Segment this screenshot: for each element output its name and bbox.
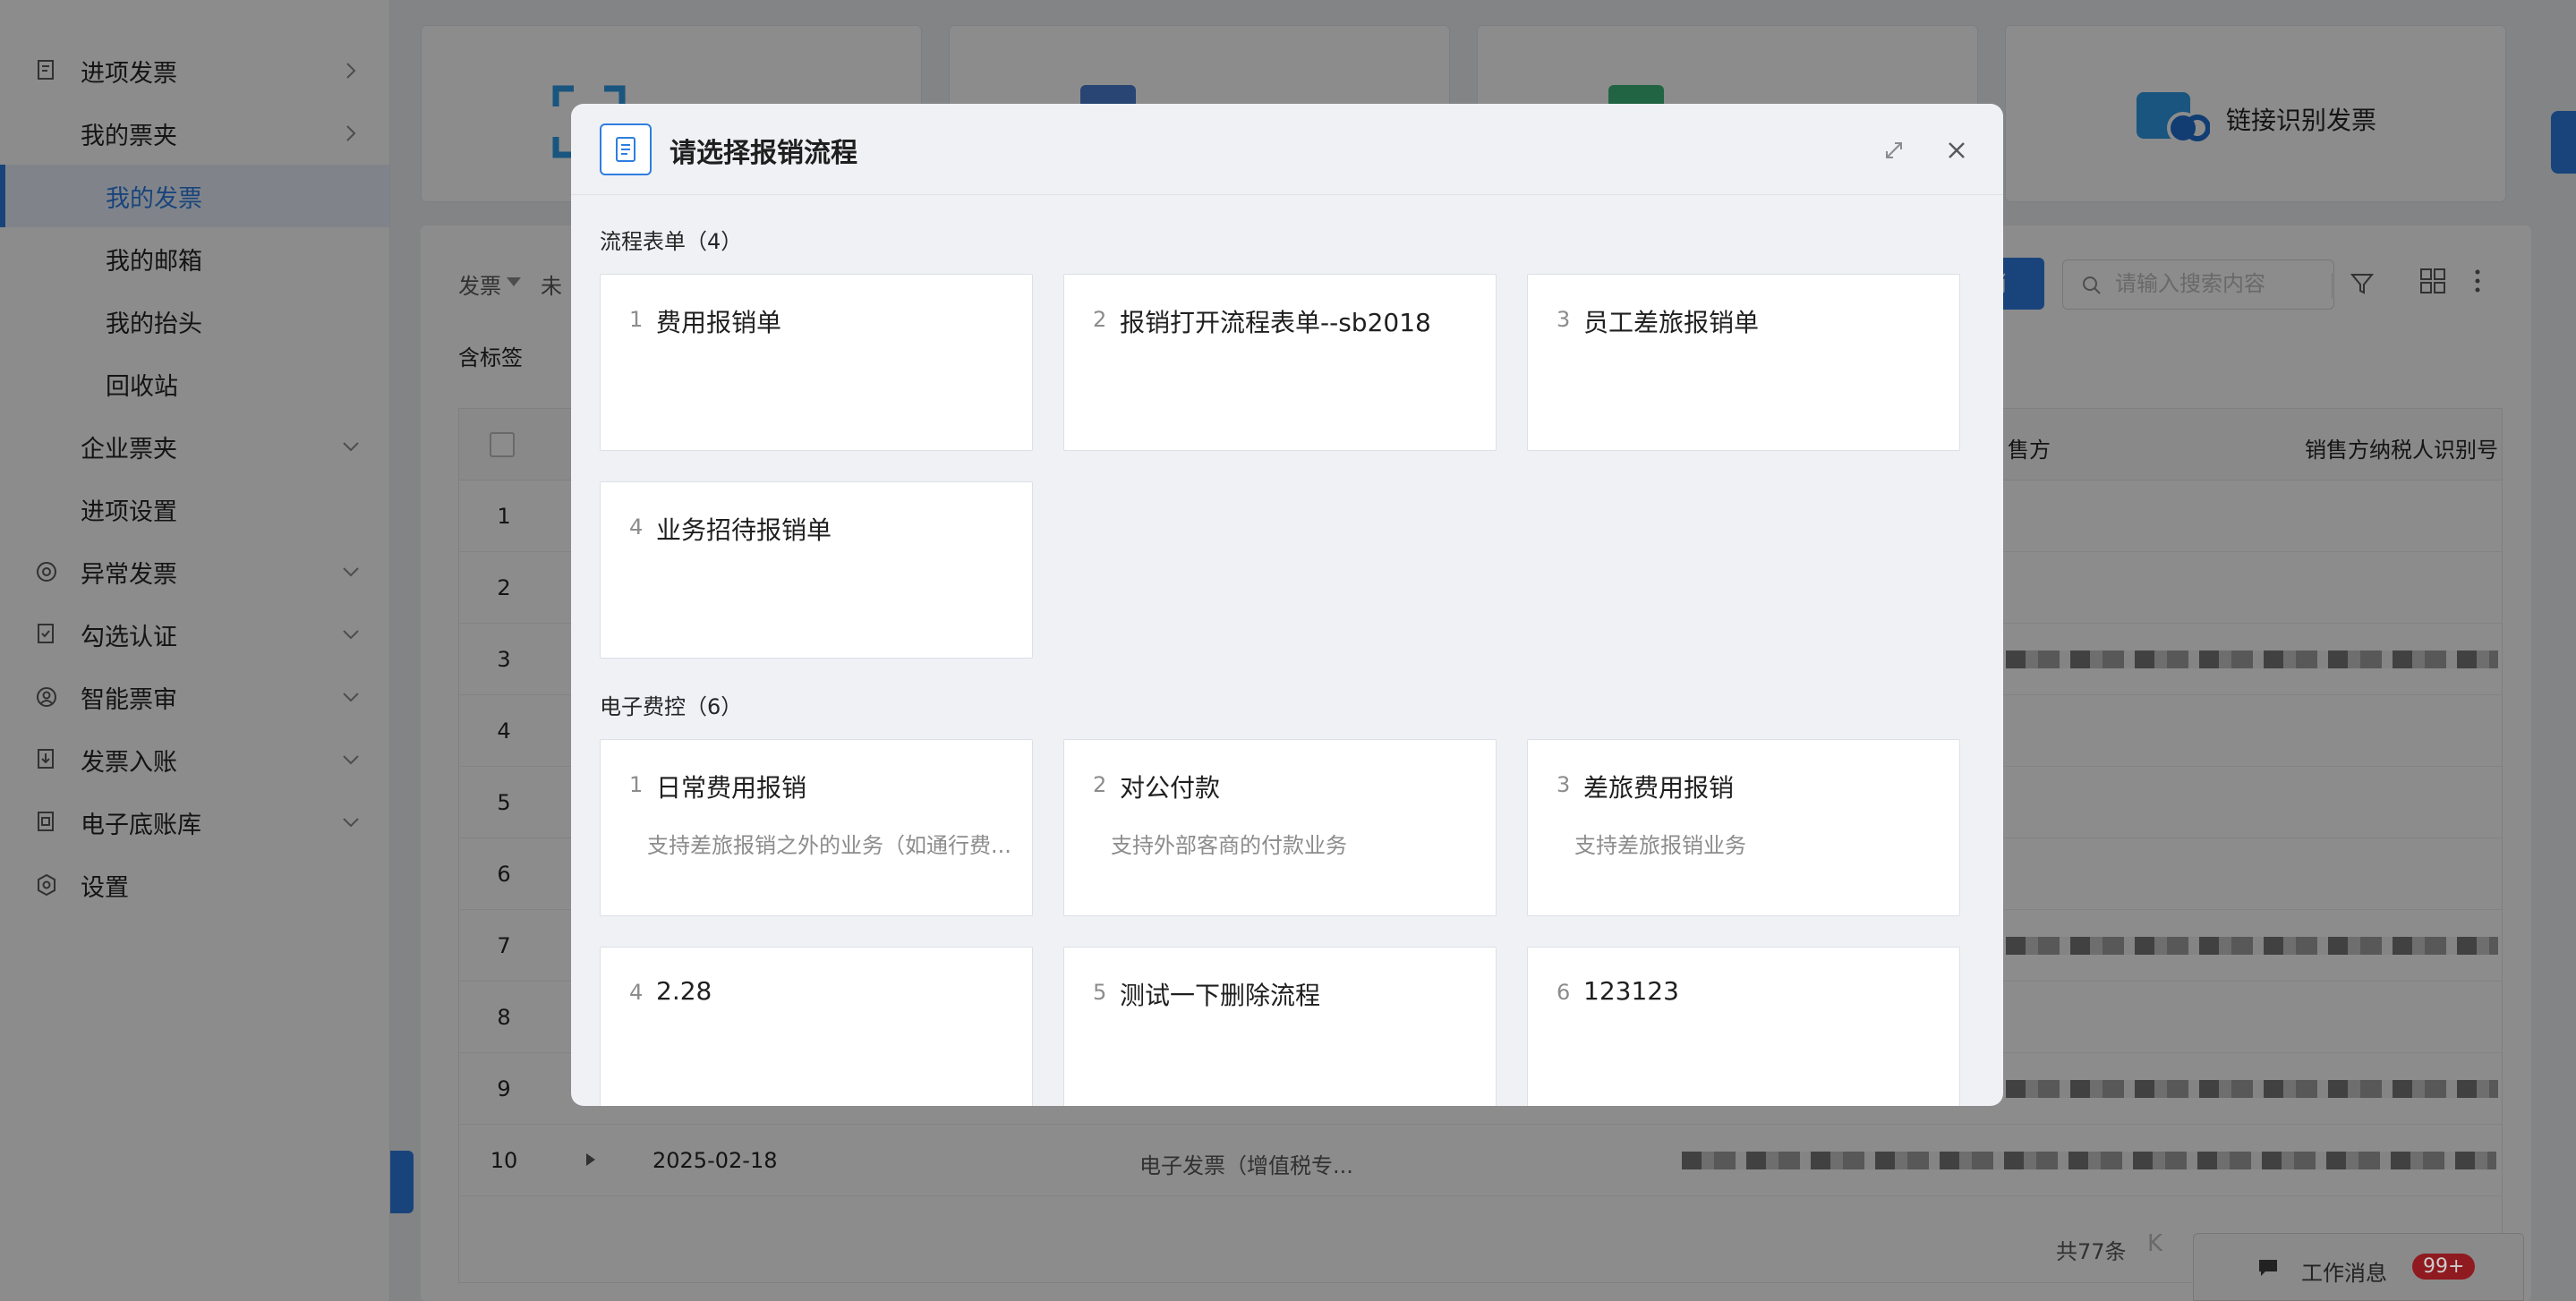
card-number: 5 — [1093, 980, 1107, 1005]
work-message-bar[interactable]: 工作消息 99+ — [2193, 1233, 2524, 1301]
process-card-expense-form[interactable]: 1 费用报销单 — [600, 274, 1033, 451]
modal-header: 请选择报销流程 — [571, 104, 2003, 195]
card-number: 3 — [1557, 307, 1571, 332]
section-title-process-forms: 流程表单（4） — [600, 229, 743, 254]
process-card-2-28[interactable]: 4 2.28 — [600, 947, 1033, 1106]
work-message-label: 工作消息 — [2301, 1261, 2387, 1286]
card-name: 123123 — [1583, 976, 1679, 1006]
process-card-delete-test[interactable]: 5 测试一下删除流程 — [1063, 947, 1497, 1106]
card-description: 支持外部客商的付款业务 — [1111, 833, 1347, 858]
card-name: 费用报销单 — [656, 308, 782, 337]
card-number: 2 — [1093, 307, 1107, 332]
process-card-123123[interactable]: 6 123123 — [1527, 947, 1960, 1106]
card-number: 2 — [1093, 772, 1107, 797]
card-number: 4 — [629, 514, 644, 540]
close-icon[interactable] — [1942, 136, 1971, 165]
card-name: 对公付款 — [1120, 773, 1221, 803]
section-title-e-expense: 电子费控（6） — [600, 694, 743, 719]
process-card-travel-expense[interactable]: 3 差旅费用报销 支持差旅报销业务 — [1527, 739, 1960, 916]
card-name: 员工差旅报销单 — [1583, 308, 1760, 337]
card-number: 4 — [629, 980, 644, 1005]
select-reimbursement-process-modal: 请选择报销流程 流程表单（4） 1 费用报销单 2 报销打开流程表单--sb20… — [571, 104, 2003, 1106]
process-card-corporate-payment[interactable]: 2 对公付款 支持外部客商的付款业务 — [1063, 739, 1497, 916]
card-description: 支持差旅报销之外的业务（如通行费... — [647, 833, 1011, 858]
card-number: 3 — [1557, 772, 1571, 797]
chat-bubble-icon — [2259, 1260, 2277, 1276]
maximize-icon[interactable] — [1880, 136, 1908, 165]
card-number: 1 — [629, 772, 644, 797]
card-name: 测试一下删除流程 — [1120, 981, 1321, 1010]
card-name: 2.28 — [656, 976, 712, 1006]
process-card-entertainment-form[interactable]: 4 业务招待报销单 — [600, 481, 1033, 659]
card-number: 1 — [629, 307, 644, 332]
message-count-badge: 99+ — [2412, 1254, 2476, 1280]
card-name: 日常费用报销 — [656, 773, 807, 803]
modal-title: 请选择报销流程 — [670, 138, 857, 169]
process-card-open-form-sb2018[interactable]: 2 报销打开流程表单--sb2018 — [1063, 274, 1497, 451]
card-name: 差旅费用报销 — [1583, 773, 1735, 803]
card-description: 支持差旅报销业务 — [1574, 833, 1746, 858]
card-name: 报销打开流程表单--sb2018 — [1120, 308, 1431, 337]
document-icon — [600, 123, 652, 175]
process-card-travel-form[interactable]: 3 员工差旅报销单 — [1527, 274, 1960, 451]
card-name: 业务招待报销单 — [656, 515, 832, 545]
process-card-daily-expense[interactable]: 1 日常费用报销 支持差旅报销之外的业务（如通行费... — [600, 739, 1033, 916]
card-number: 6 — [1557, 980, 1571, 1005]
